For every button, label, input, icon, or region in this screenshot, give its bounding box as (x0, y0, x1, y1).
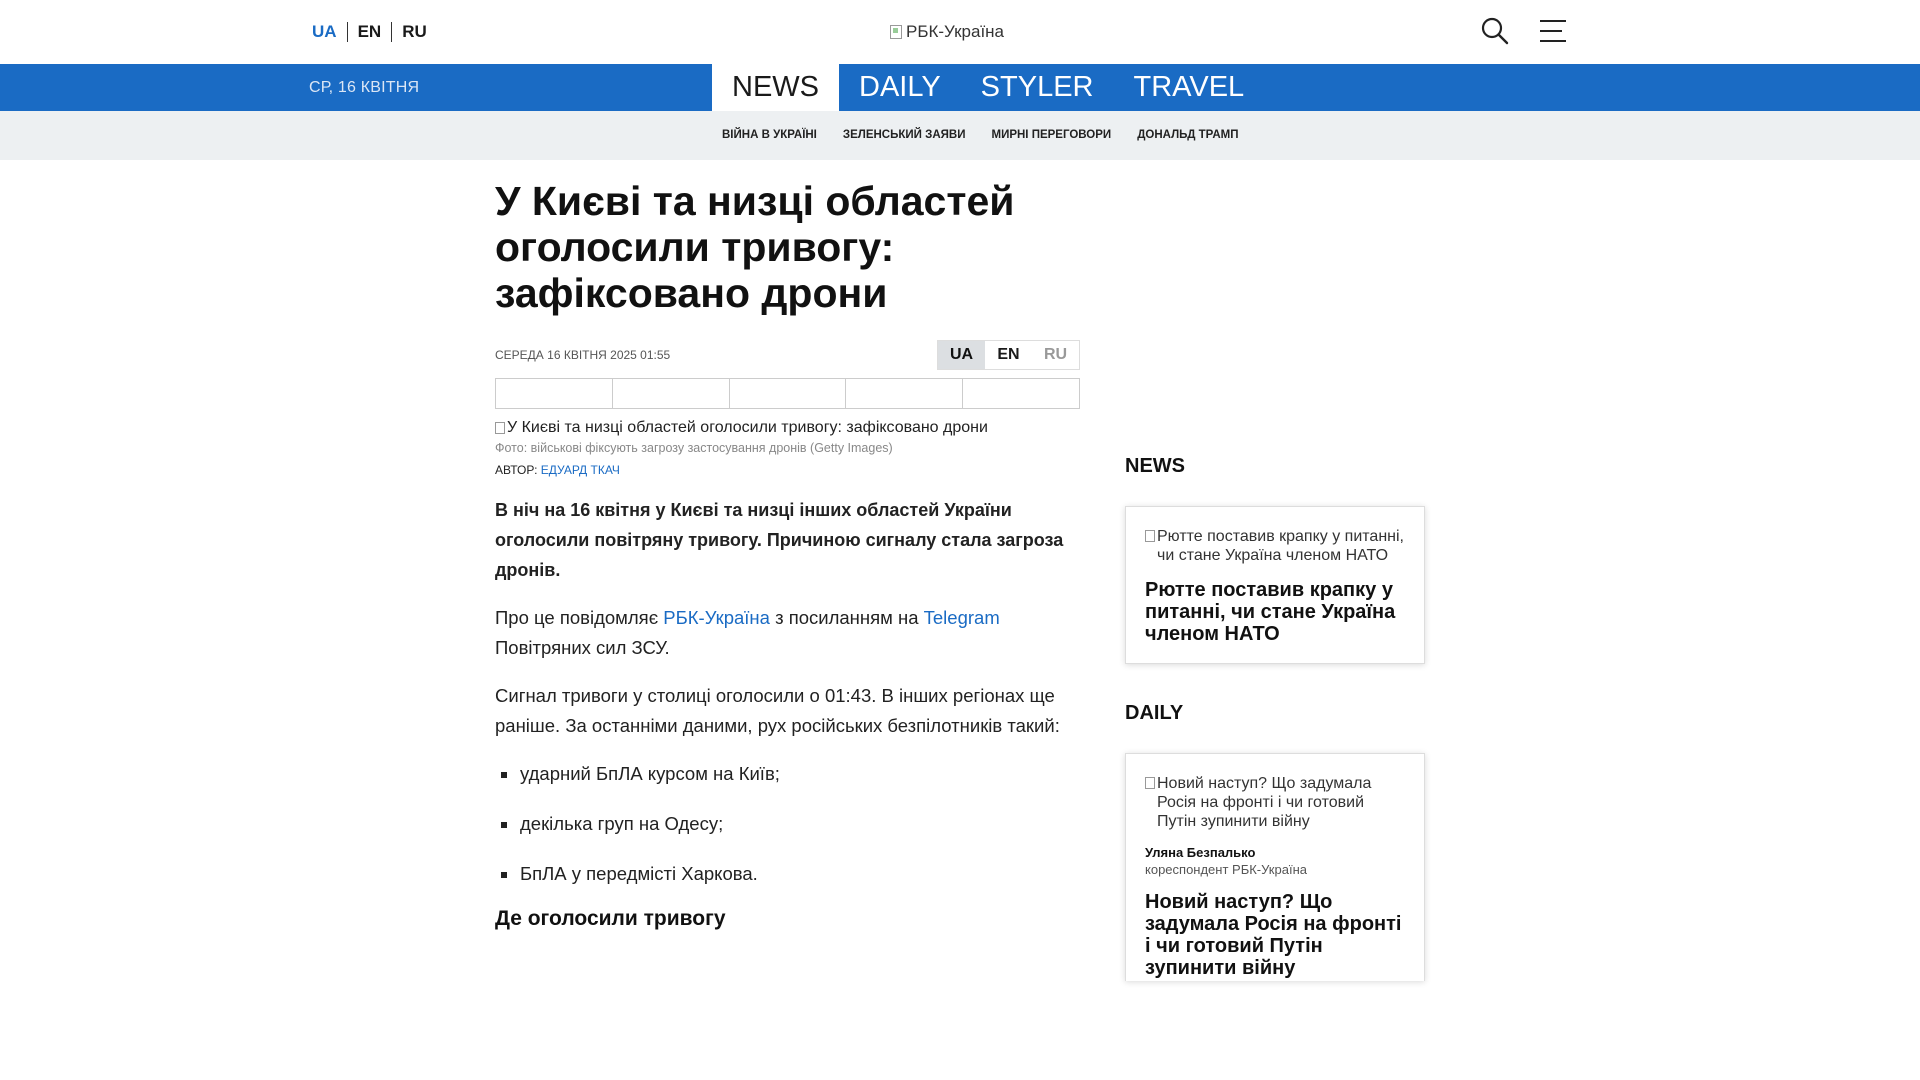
rbc-link[interactable]: РБК-Україна (663, 607, 770, 628)
paragraph-text: Повітряних сил ЗСУ. (495, 637, 670, 658)
article-paragraph: Сигнал тривоги у столиці оголосили о 01:… (495, 685, 1060, 736)
list-item: ударний БпЛА курсом на Київ; (495, 759, 1080, 789)
paragraph-text: Про це повідомляє (495, 607, 664, 628)
card-title[interactable]: Новий наступ? Що задумала Росія на фронт… (1145, 891, 1405, 979)
share-button[interactable] (613, 379, 730, 408)
tab-styler[interactable]: STYLER (961, 64, 1114, 111)
tab-daily[interactable]: DAILY (839, 64, 961, 111)
author-link[interactable]: ЕДУАРД ТКАЧ (541, 463, 620, 477)
article-lead: В ніч на 16 квітня у Києві та низці інши… (495, 500, 1064, 580)
tab-news[interactable]: NEWS (712, 64, 839, 111)
current-date: СР, 16 КВІТНЯ (309, 79, 420, 96)
article-lang-ru[interactable]: RU (1032, 341, 1079, 369)
logo-alt-text: РБК-Україна (906, 22, 1005, 41)
broken-image-icon (495, 422, 505, 434)
article-lang-ua[interactable]: UA (938, 341, 985, 369)
search-icon (1481, 17, 1509, 45)
site-logo[interactable]: РБК-Україна (890, 22, 1004, 42)
lang-ru-link[interactable]: RU (392, 22, 437, 42)
share-button[interactable] (496, 379, 613, 408)
site-header: UA EN RU РБК-Україна (0, 0, 1920, 64)
article-meta: СЕРЕДА 16 КВІТНЯ 2025 01:55 UA EN RU (495, 340, 1080, 370)
share-button[interactable] (730, 379, 847, 408)
daily-card[interactable]: Новий наступ? Що задумала Росія на фронт… (1125, 753, 1425, 981)
broken-image-icon (1145, 530, 1155, 542)
photo-caption: Фото: військові фіксують загрозу застосу… (495, 441, 893, 455)
tag-peace-talks[interactable]: МИРНІ ПЕРЕГОВОРИ (991, 129, 1111, 141)
drone-movement-list: ударний БпЛА курсом на Київ; декілька гр… (495, 759, 1080, 889)
list-item: БпЛА у передмісті Харкова. (495, 859, 1080, 889)
sidebar: NEWS Рютте поставив крапку у питанні, чи… (1125, 455, 1425, 981)
article-paragraph: Про це повідомляє РБК-Україна з посиланн… (495, 603, 1080, 663)
sidebar-news-title[interactable]: NEWS (1125, 455, 1425, 478)
trending-tags-bar: ВІЙНА В УКРАЇНІ ЗЕЛЕНСЬКИЙ ЗАЯВИ МИРНІ П… (0, 111, 1920, 160)
lang-ua-link[interactable]: UA (312, 22, 347, 42)
lang-en-link[interactable]: EN (348, 22, 392, 42)
publish-date: СЕРЕДА 16 КВІТНЯ 2025 01:55 (495, 348, 671, 362)
search-button[interactable] (1480, 16, 1510, 46)
tab-travel[interactable]: TRAVEL (1114, 64, 1265, 111)
telegram-link[interactable]: Telegram (924, 607, 1000, 628)
paragraph-text: з посиланням на (769, 607, 924, 628)
tag-donald-trump[interactable]: ДОНАЛЬД ТРАМП (1137, 129, 1238, 141)
tag-zelensky-statements[interactable]: ЗЕЛЕНСЬКИЙ ЗАЯВИ (843, 129, 966, 141)
section-tabs: NEWS DAILY STYLER TRAVEL (712, 64, 1264, 111)
card-author-role: кореспондент РБК-Україна (1145, 862, 1307, 877)
article-author: АВТОР: ЕДУАРД ТКАЧ (495, 463, 1080, 477)
news-card[interactable]: Рютте поставив крапку у питанні, чи стан… (1125, 506, 1425, 664)
article-photo: У Києві та низці областей оголосили трив… (495, 419, 1080, 437)
photo-alt-text: У Києві та низці областей оголосили трив… (507, 419, 988, 436)
article-subheading: Де оголосили тривогу (495, 907, 726, 930)
article-lang-en[interactable]: EN (985, 341, 1032, 369)
menu-button[interactable] (1538, 18, 1568, 44)
share-button[interactable] (963, 379, 1079, 408)
article-headline: У Києві та низці областей оголосили трив… (495, 178, 1015, 316)
tag-war-in-ukraine[interactable]: ВІЙНА В УКРАЇНІ (722, 129, 817, 141)
broken-image-icon (1145, 777, 1155, 789)
share-buttons (495, 378, 1080, 409)
trending-tags: ВІЙНА В УКРАЇНІ ЗЕЛЕНСЬКИЙ ЗАЯВИ МИРНІ П… (722, 129, 1238, 141)
card-author[interactable]: Уляна Безпалько (1145, 845, 1405, 860)
article-language-switch: UA EN RU (937, 340, 1080, 370)
sections-nav: СР, 16 КВІТНЯ NEWS DAILY STYLER TRAVEL (0, 64, 1920, 111)
card-title[interactable]: Рютте поставив крапку у питанні, чи стан… (1145, 579, 1405, 645)
hamburger-menu-icon (1540, 20, 1566, 42)
card-image: Новий наступ? Що задумала Росія на фронт… (1145, 774, 1405, 831)
share-button[interactable] (846, 379, 964, 408)
article: У Києві та низці областей оголосили трив… (495, 178, 1080, 931)
broken-image-icon (890, 25, 902, 39)
author-label: АВТОР: (495, 463, 538, 477)
site-language-switch: UA EN RU (312, 22, 437, 42)
sidebar-daily-title[interactable]: DAILY (1125, 702, 1425, 725)
list-item: декілька груп на Одесу; (495, 809, 1080, 839)
card-image: Рютте поставив крапку у питанні, чи стан… (1145, 527, 1405, 565)
card-image-alt: Новий наступ? Що задумала Росія на фронт… (1157, 775, 1372, 830)
card-image-alt: Рютте поставив крапку у питанні, чи стан… (1157, 528, 1404, 564)
